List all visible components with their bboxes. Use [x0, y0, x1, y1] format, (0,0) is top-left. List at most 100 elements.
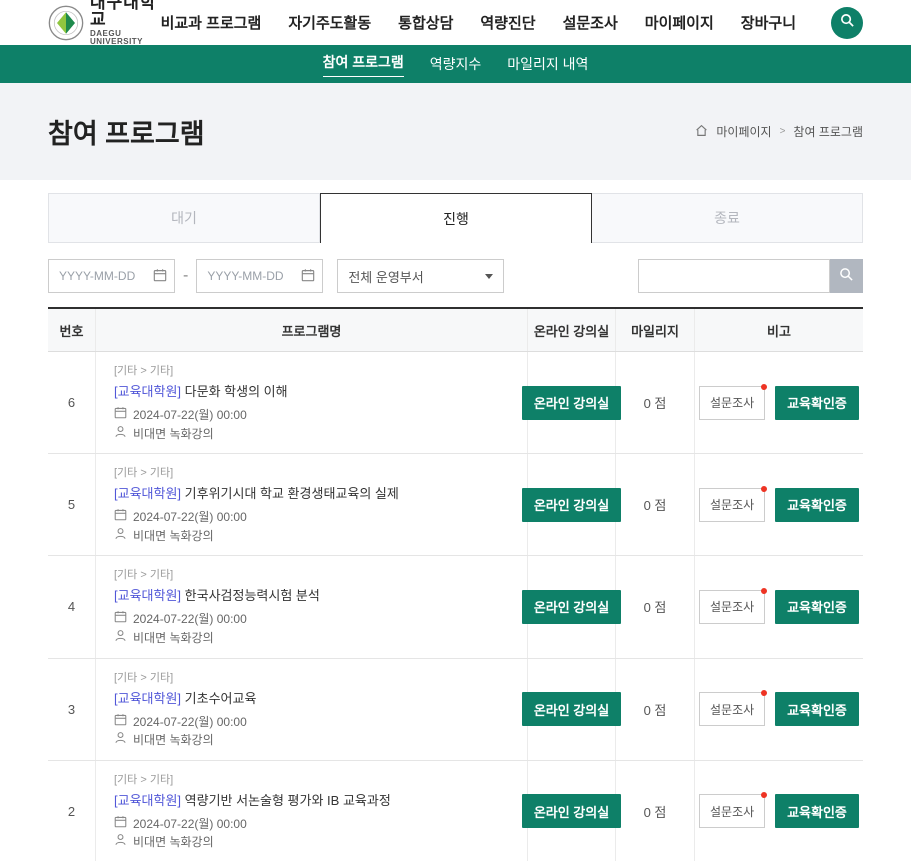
row-program-title[interactable]: 다문화 학생의 이해: [185, 384, 288, 399]
row-department-link[interactable]: [교육대학원]: [114, 691, 181, 706]
row-method: 비대면 녹화강의: [133, 425, 214, 444]
row-department-link[interactable]: [교육대학원]: [114, 588, 181, 603]
survey-label: 설문조사: [710, 396, 754, 410]
survey-button[interactable]: 설문조사: [699, 590, 765, 624]
survey-button[interactable]: 설문조사: [699, 692, 765, 726]
department-select-value: 전체 운영부서: [348, 267, 423, 286]
row-remarks-cell: 설문조사 교육확인증: [695, 659, 863, 760]
status-tabs: 대기 진행 종료: [48, 193, 863, 243]
col-header-program-name: 프로그램명: [96, 309, 528, 351]
nav-item-competency[interactable]: 역량진단: [480, 12, 535, 33]
row-program-title[interactable]: 기초수어교육: [185, 691, 257, 706]
person-icon: [114, 629, 127, 648]
row-remarks-cell: 설문조사 교육확인증: [695, 352, 863, 453]
row-number: 6: [48, 352, 96, 453]
calendar-icon: [114, 713, 127, 732]
row-category: [기타 > 기타]: [114, 669, 173, 685]
global-nav: 비교과 프로그램 자기주도활동 통합상담 역량진단 설문조사 마이페이지 장바구…: [161, 7, 863, 39]
keyword-search-input[interactable]: [638, 259, 830, 293]
nav-item-cart[interactable]: 장바구니: [741, 12, 796, 33]
tab-ended[interactable]: 종료: [592, 193, 863, 243]
row-department-link[interactable]: [교육대학원]: [114, 384, 181, 399]
alert-dot-icon: [761, 588, 767, 594]
subnav-item-competency-index[interactable]: 역량지수: [430, 54, 482, 74]
row-number: 2: [48, 761, 96, 861]
row-program-cell: [기타 > 기타] [교육대학원] 기후위기시대 학교 환경생태교육의 실제 2…: [96, 454, 528, 555]
breadcrumb-separator: >: [780, 126, 786, 137]
filter-search-button[interactable]: [830, 259, 863, 293]
row-date: 2024-07-22(월) 00:00: [133, 815, 247, 834]
home-icon[interactable]: [695, 124, 708, 140]
survey-button[interactable]: 설문조사: [699, 488, 765, 522]
row-method: 비대면 녹화강의: [133, 833, 214, 852]
row-number: 5: [48, 454, 96, 555]
nav-item-mypage[interactable]: 마이페이지: [645, 12, 714, 33]
university-logo[interactable]: 대구대학교 DAEGU UNIVERSITY: [48, 0, 161, 46]
calendar-icon: [114, 406, 127, 425]
nav-item-counseling[interactable]: 통합상담: [398, 12, 453, 33]
online-classroom-button[interactable]: 온라인 강의실: [522, 488, 621, 522]
row-remarks-cell: 설문조사 교육확인증: [695, 556, 863, 657]
nav-item-survey[interactable]: 설문조사: [563, 12, 618, 33]
nav-item-extracurricular[interactable]: 비교과 프로그램: [161, 12, 262, 33]
person-icon: [114, 527, 127, 546]
row-date: 2024-07-22(월) 00:00: [133, 406, 247, 425]
row-mileage: 0 점: [616, 659, 695, 760]
row-online-cell: 온라인 강의실: [528, 659, 616, 760]
survey-button[interactable]: 설문조사: [699, 386, 765, 420]
alert-dot-icon: [761, 384, 767, 390]
main-content: 대기 진행 종료 -: [48, 180, 863, 861]
online-classroom-button[interactable]: 온라인 강의실: [522, 794, 621, 828]
alert-dot-icon: [761, 792, 767, 798]
education-cert-button[interactable]: 교육확인증: [775, 488, 859, 522]
row-program-title[interactable]: 한국사검정능력시험 분석: [185, 588, 320, 603]
subnav-item-participation-programs[interactable]: 참여 프로그램: [323, 52, 404, 77]
date-from-wrap: [48, 259, 175, 293]
caret-down-icon: [485, 274, 493, 279]
breadcrumb-mypage[interactable]: 마이페이지: [716, 123, 771, 140]
row-number: 3: [48, 659, 96, 760]
calendar-icon: [114, 815, 127, 834]
row-program-title[interactable]: 기후위기시대 학교 환경생태교육의 실제: [185, 486, 399, 501]
survey-label: 설문조사: [710, 498, 754, 512]
row-date: 2024-07-22(월) 00:00: [133, 508, 247, 527]
online-classroom-button[interactable]: 온라인 강의실: [522, 386, 621, 420]
education-cert-button[interactable]: 교육확인증: [775, 692, 859, 726]
online-classroom-button[interactable]: 온라인 강의실: [522, 590, 621, 624]
row-department-link[interactable]: [교육대학원]: [114, 486, 181, 501]
tab-in-progress[interactable]: 진행: [320, 193, 592, 243]
row-remarks-cell: 설문조사 교육확인증: [695, 454, 863, 555]
row-program-title[interactable]: 역량기반 서논술형 평가와 IB 교육과정: [185, 793, 391, 808]
row-mileage: 0 점: [616, 352, 695, 453]
education-cert-button[interactable]: 교육확인증: [775, 386, 859, 420]
date-to-wrap: [196, 259, 323, 293]
calendar-icon[interactable]: [153, 268, 167, 287]
search-icon: [840, 13, 855, 33]
education-cert-button[interactable]: 교육확인증: [775, 590, 859, 624]
nav-item-self-directed[interactable]: 자기주도활동: [288, 12, 371, 33]
row-method: 비대면 녹화강의: [133, 527, 214, 546]
header-search-button[interactable]: [831, 7, 863, 39]
alert-dot-icon: [761, 690, 767, 696]
row-method: 비대면 녹화강의: [133, 731, 214, 750]
table-body: 6 [기타 > 기타] [교육대학원] 다문화 학생의 이해 2024-07-2…: [48, 352, 863, 861]
page-title-band: 참여 프로그램 마이페이지 > 참여 프로그램: [0, 83, 911, 180]
subnav-item-mileage-history[interactable]: 마일리지 내역: [507, 54, 588, 74]
filter-bar: - 전체 운영부서: [48, 259, 863, 293]
top-header: 대구대학교 DAEGU UNIVERSITY 비교과 프로그램 자기주도활동 통…: [0, 0, 911, 45]
department-select[interactable]: 전체 운영부서: [337, 259, 504, 293]
row-department-link[interactable]: [교육대학원]: [114, 793, 181, 808]
breadcrumb: 마이페이지 > 참여 프로그램: [695, 123, 863, 140]
row-program-cell: [기타 > 기타] [교육대학원] 기초수어교육 2024-07-22(월) 0…: [96, 659, 528, 760]
university-emblem-icon: [48, 5, 84, 46]
row-date: 2024-07-22(월) 00:00: [133, 610, 247, 629]
education-cert-button[interactable]: 교육확인증: [775, 794, 859, 828]
calendar-icon[interactable]: [301, 268, 315, 287]
row-category: [기타 > 기타]: [114, 566, 173, 582]
row-mileage: 0 점: [616, 454, 695, 555]
survey-button[interactable]: 설문조사: [699, 794, 765, 828]
tab-waiting[interactable]: 대기: [48, 193, 320, 243]
program-table: 번호 프로그램명 온라인 강의실 마일리지 비고 6 [기타 > 기타] [교육…: [48, 307, 863, 861]
person-icon: [114, 731, 127, 750]
online-classroom-button[interactable]: 온라인 강의실: [522, 692, 621, 726]
